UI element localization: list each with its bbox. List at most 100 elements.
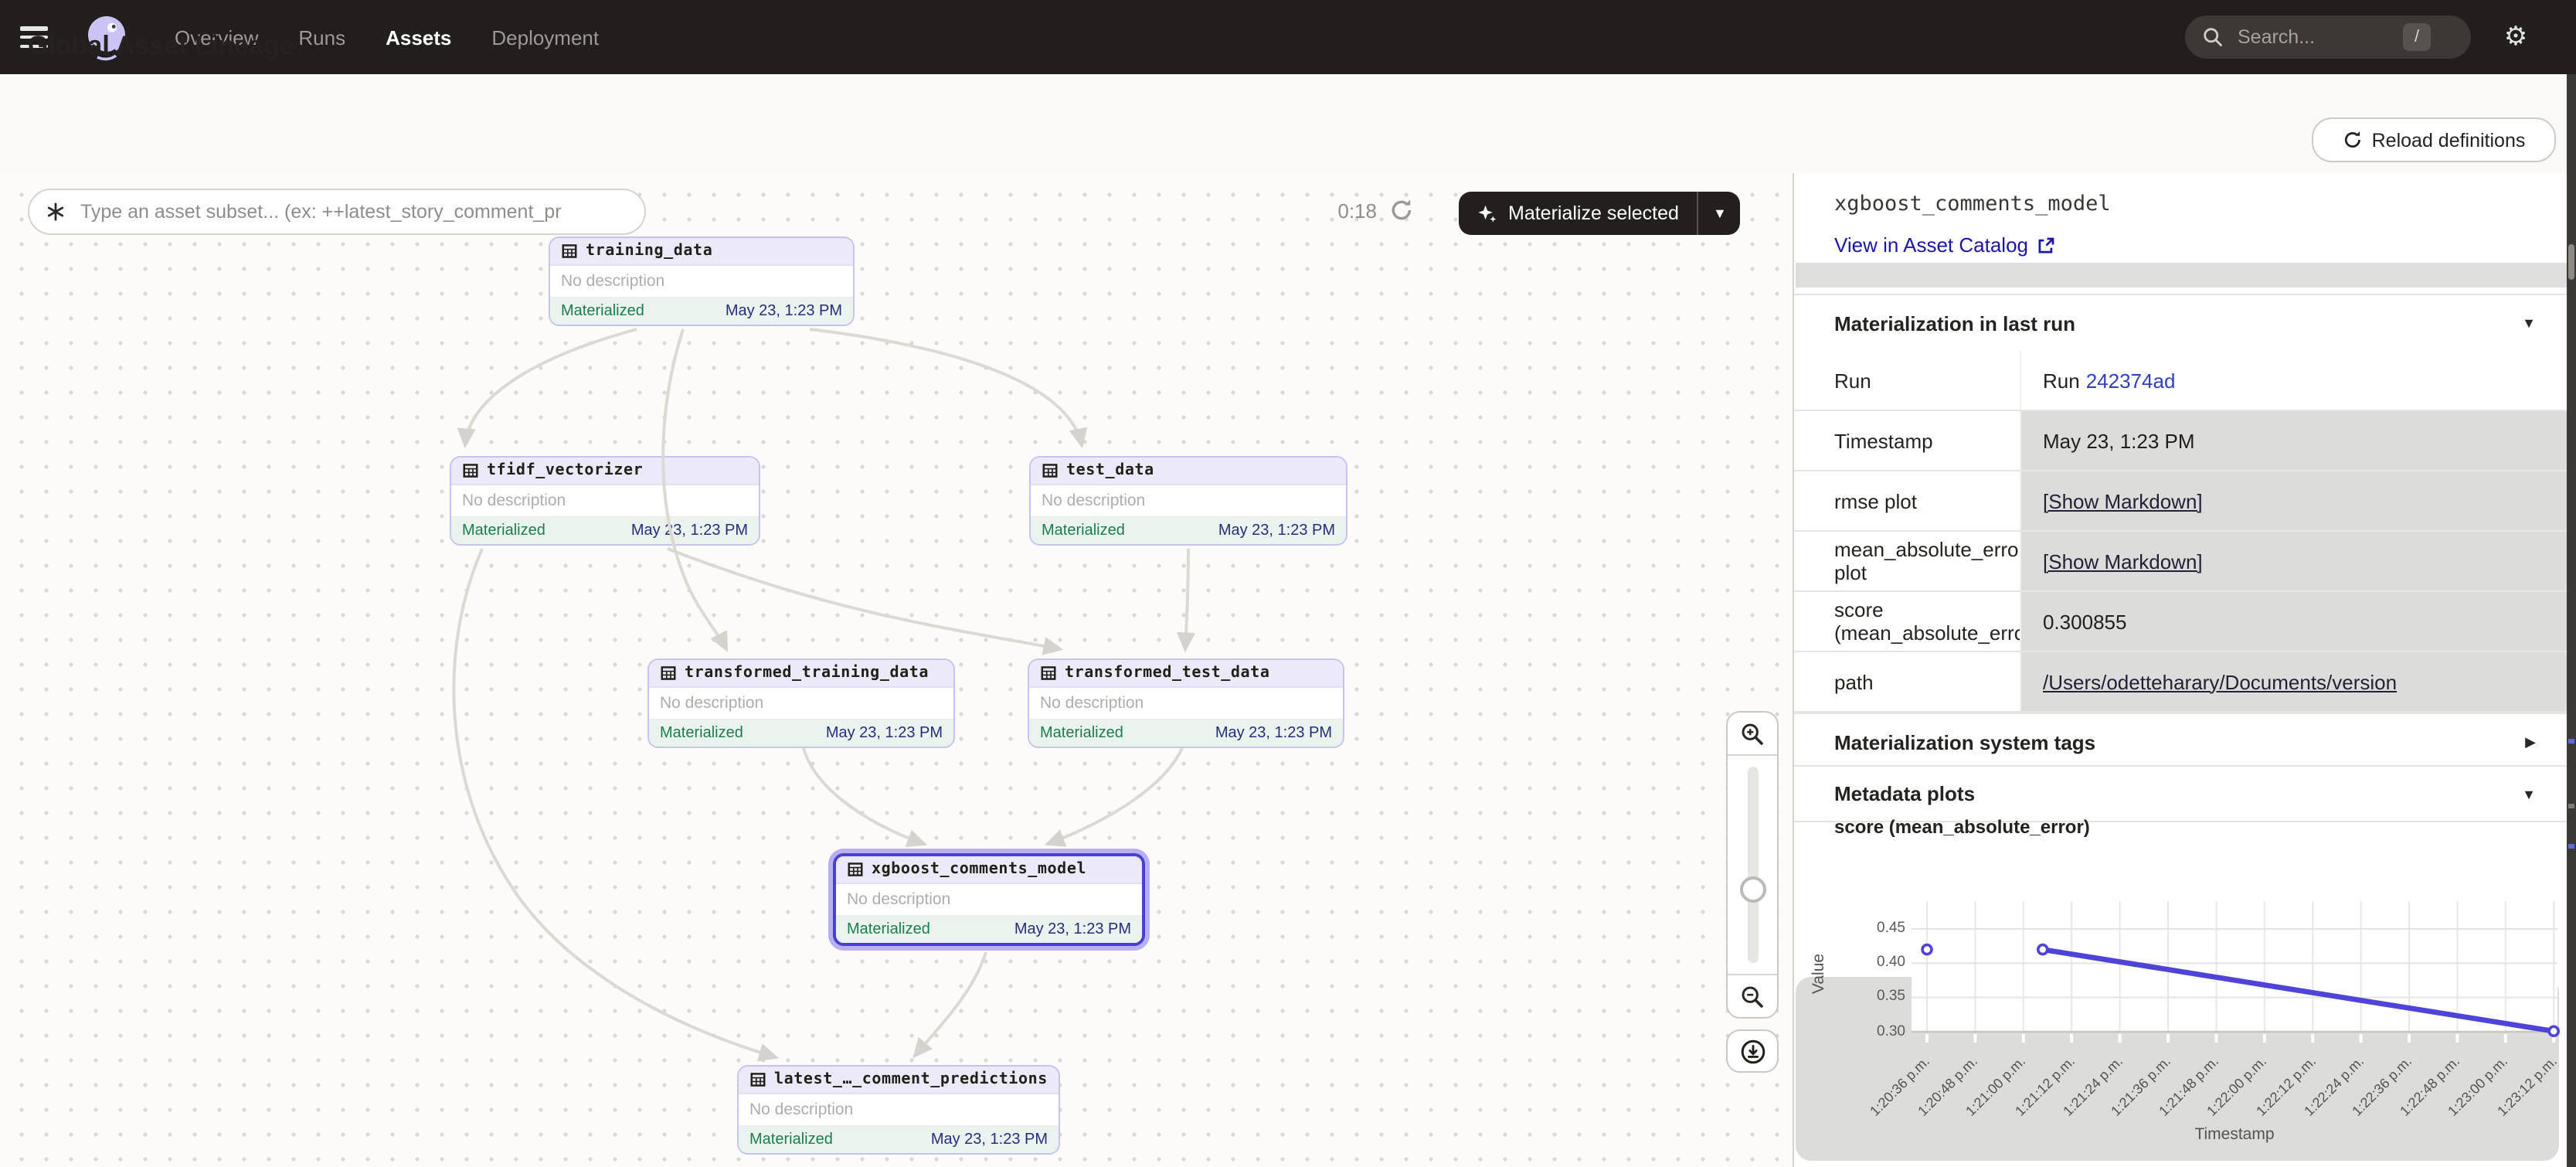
nav-deployment[interactable]: Deployment — [491, 26, 599, 49]
dagster-app: Overview Runs Assets Deployment / ⚙ Glob… — [0, 0, 2576, 1167]
asset-description: No description — [649, 688, 953, 720]
asset-lineage-graph[interactable]: training_data No description Materialize… — [0, 173, 1793, 1167]
nav-assets[interactable]: Assets — [386, 26, 451, 49]
asset-filter-input[interactable] — [77, 199, 624, 224]
asset-name: tfidf_vectorizer — [487, 462, 643, 479]
external-link-icon — [2036, 236, 2054, 254]
table-icon — [462, 462, 479, 479]
materialization-table: Run Run 242374ad Timestamp May 23, 1:23 … — [1794, 351, 2567, 713]
table-icon — [1040, 665, 1057, 682]
zoom-slider-track[interactable] — [1748, 767, 1759, 963]
materialized-timestamp[interactable]: May 23, 1:23 PM — [1014, 921, 1131, 938]
search-input[interactable] — [2234, 25, 2403, 49]
asset-filter-input-box[interactable] — [28, 189, 646, 235]
status-badge: Materialized — [749, 1131, 833, 1148]
show-markdown-link[interactable]: [Show Markdown] — [2043, 489, 2203, 512]
table-row-path: path /Users/odetteharary/Documents/versi… — [1794, 652, 2567, 713]
scrollbar-thumb[interactable] — [2568, 244, 2574, 280]
show-markdown-link[interactable]: [Show Markdown] — [2043, 549, 2203, 573]
materialized-timestamp[interactable]: May 23, 1:23 PM — [726, 303, 842, 320]
run-id-link[interactable]: 242374ad — [2086, 369, 2176, 392]
edge — [915, 952, 986, 1056]
asset-description: No description — [1029, 688, 1343, 720]
chevron-right-icon[interactable]: ▶ — [2525, 733, 2536, 750]
refresh-icon[interactable] — [1389, 198, 1414, 223]
status-badge: Materialized — [462, 522, 545, 539]
zoom-out-button[interactable] — [1728, 974, 1777, 1017]
materialized-timestamp[interactable]: May 23, 1:23 PM — [826, 725, 943, 742]
asset-node-xgboost-comments-model[interactable]: xgboost_comments_model No description Ma… — [833, 853, 1145, 946]
zoom-controls — [1726, 711, 1779, 1019]
view-in-asset-catalog-link[interactable]: View in Asset Catalog — [1834, 233, 2054, 257]
table-row-rmse-plot: rmse plot [Show Markdown] — [1794, 471, 2567, 532]
asset-details-panel: xgboost_comments_model View in Asset Cat… — [1793, 173, 2576, 1167]
table-icon — [660, 665, 677, 682]
asset-description: No description — [550, 266, 853, 298]
table-row-score: score (mean_absolute_error) 0.300855 — [1794, 592, 2567, 652]
edge — [1185, 549, 1188, 649]
zoom-in-button[interactable] — [1728, 713, 1777, 756]
gear-icon[interactable]: ⚙ — [2500, 22, 2531, 53]
minimap-speck — [2568, 804, 2574, 808]
asset-name: latest_…_comment_predictions — [774, 1071, 1048, 1088]
edge — [804, 748, 924, 844]
y-tick-label: 0.30 — [1840, 1022, 1905, 1039]
table-icon — [561, 243, 578, 260]
asset-node-test-data[interactable]: test_data No description Materialized Ma… — [1029, 456, 1347, 546]
asset-name: xgboost_comments_model — [872, 861, 1086, 878]
zoom-in-icon — [1740, 721, 1765, 746]
section-materialization-in-last-run[interactable]: Materialization in last run ▼ — [1794, 294, 2567, 351]
zoom-slider-thumb[interactable] — [1739, 876, 1765, 903]
chevron-down-icon[interactable]: ▼ — [2522, 315, 2536, 331]
download-graph-button[interactable] — [1726, 1029, 1779, 1073]
section-materialization-system-tags[interactable]: Materialization system tags ▶ — [1794, 713, 2567, 770]
materialized-timestamp[interactable]: May 23, 1:23 PM — [1218, 522, 1335, 539]
search-icon — [2202, 26, 2224, 48]
asset-subset-icon — [45, 201, 66, 223]
search-shortcut-badge: / — [2403, 23, 2431, 51]
edge — [465, 329, 637, 445]
y-tick-label: 0.40 — [1840, 954, 1905, 971]
status-badge: Materialized — [1042, 522, 1125, 539]
materialized-timestamp[interactable]: May 23, 1:23 PM — [931, 1131, 1048, 1148]
y-axis-title: Value — [1810, 920, 1828, 1028]
asset-description: No description — [1031, 485, 1346, 518]
path-link[interactable]: /Users/odetteharary/Documents/version — [2043, 670, 2397, 693]
edge — [810, 329, 1082, 445]
asset-node-transformed-test-data[interactable]: transformed_test_data No description Mat… — [1028, 658, 1344, 748]
status-badge: Materialized — [561, 303, 644, 320]
edge — [454, 549, 776, 1057]
asset-name: test_data — [1066, 462, 1154, 479]
y-tick-label: 0.45 — [1840, 920, 1905, 937]
edge — [1048, 748, 1182, 844]
window-edge-scrollbar[interactable] — [2567, 74, 2576, 1167]
asset-node-tfidf-vectorizer[interactable]: tfidf_vectorizer No description Material… — [450, 456, 760, 546]
asset-node-transformed-training-data[interactable]: transformed_training_data No description… — [647, 658, 955, 748]
nav-runs[interactable]: Runs — [298, 26, 345, 49]
materialized-timestamp[interactable]: May 23, 1:23 PM — [631, 522, 748, 539]
table-row-run: Run Run 242374ad — [1794, 351, 2567, 411]
download-icon — [1739, 1038, 1765, 1064]
materialize-selected-button[interactable]: Materialize selected ▼ — [1459, 192, 1741, 235]
table-row-mae-plot: mean_absolute_error plot [Show Markdown] — [1794, 532, 2567, 592]
materialize-options-caret[interactable]: ▼ — [1699, 206, 1741, 221]
table-icon — [847, 861, 864, 878]
x-axis-title: Timestamp — [2119, 1125, 2350, 1144]
status-badge: Materialized — [847, 921, 930, 938]
metadata-plot-title: score (mean_absolute_error) — [1834, 816, 2090, 838]
asset-description: No description — [451, 485, 759, 518]
asset-node-latest-comment-predictions[interactable]: latest_…_comment_predictions No descript… — [737, 1065, 1060, 1155]
global-search[interactable]: / — [2185, 15, 2471, 59]
minimap-speck — [2568, 844, 2574, 849]
reload-definitions-button[interactable]: Reload definitions — [2312, 117, 2556, 162]
page-title: Global Asset Lineage — [28, 31, 294, 62]
edge — [668, 549, 1060, 649]
table-row-timestamp: Timestamp May 23, 1:23 PM — [1794, 411, 2567, 471]
asset-node-training-data[interactable]: training_data No description Materialize… — [549, 236, 855, 326]
materialized-timestamp[interactable]: May 23, 1:23 PM — [1215, 725, 1332, 742]
page-header — [0, 74, 2576, 175]
zoom-slider[interactable] — [1728, 754, 1777, 975]
chevron-down-icon[interactable]: ▼ — [2522, 786, 2536, 801]
refresh-icon — [2343, 130, 2363, 150]
zoom-out-icon — [1740, 984, 1765, 1009]
